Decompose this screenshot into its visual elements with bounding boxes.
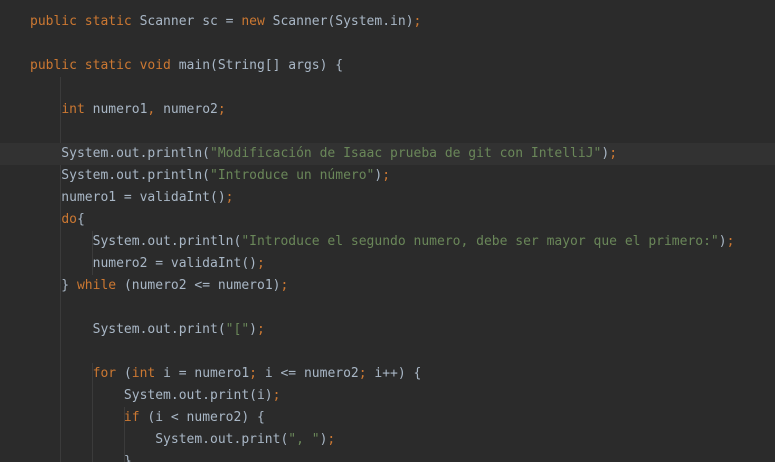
code-token: } — [30, 278, 77, 293]
keyword-token: ; — [272, 388, 281, 403]
keyword-token: public static void — [30, 58, 179, 73]
code-token: } — [30, 454, 132, 462]
code-line[interactable]: public static Scanner sc = new Scanner(S… — [30, 11, 775, 33]
keyword-token: int — [131, 366, 164, 381]
code-line[interactable]: for (int i = numero1; i <= numero2; i++)… — [30, 363, 775, 385]
code-token: i = numero1 — [163, 366, 250, 381]
code-line[interactable] — [30, 121, 775, 143]
code-token: System.out.print(i) — [30, 388, 273, 403]
keyword-token: for — [92, 366, 124, 381]
string-token: ", " — [288, 432, 320, 447]
code-token: (numero2 <= numero1) — [123, 278, 281, 293]
code-editor[interactable]: public static Scanner sc = new Scanner(S… — [0, 0, 775, 462]
code-token: System.out.print( — [30, 322, 226, 337]
keyword-token: ; — [217, 102, 226, 117]
code-line[interactable]: } — [30, 451, 775, 462]
keyword-token: ; — [225, 190, 234, 205]
keyword-token: public static — [30, 14, 140, 29]
code-line[interactable]: System.out.print(", "); — [30, 429, 775, 451]
keyword-token: , — [147, 102, 164, 117]
keyword-token: ; — [249, 366, 265, 381]
code-line[interactable]: numero1 = validaInt(); — [30, 187, 775, 209]
keyword-token: int — [61, 102, 93, 117]
string-token: "Introduce el segundo numero, debe ser m… — [241, 234, 719, 249]
code-line[interactable]: System.out.print("["); — [30, 319, 775, 341]
code-line[interactable] — [30, 341, 775, 363]
code-token: i <= numero2 — [264, 366, 359, 381]
keyword-token: ; — [327, 432, 336, 447]
code-token: ( — [123, 366, 132, 381]
code-token: { — [76, 212, 85, 227]
keyword-token: ; — [358, 366, 375, 381]
string-token: "[" — [225, 322, 250, 337]
code-line[interactable]: do{ — [30, 209, 775, 231]
code-token: ) — [718, 234, 727, 249]
code-token: Scanner(System.in) — [272, 14, 414, 29]
code-token: numero2 — [163, 102, 218, 117]
code-line[interactable] — [30, 77, 775, 99]
code-line[interactable]: System.out.println("Modificación de Isaa… — [0, 143, 775, 165]
keyword-token: while — [76, 278, 124, 293]
keyword-token: ; — [609, 146, 618, 161]
code-area[interactable]: public static Scanner sc = new Scanner(S… — [0, 0, 775, 462]
code-line[interactable] — [30, 33, 775, 55]
code-token: numero1 = validaInt() — [30, 190, 226, 205]
code-line[interactable]: } while (numero2 <= numero1); — [30, 275, 775, 297]
string-token: "Modificación de Isaac prueba de git con… — [210, 146, 602, 161]
keyword-token: ; — [413, 14, 422, 29]
code-token: (i < numero2) { — [147, 410, 265, 425]
code-line[interactable]: if (i < numero2) { — [30, 407, 775, 429]
code-token: numero2 = validaInt() — [30, 256, 257, 271]
keyword-token: new — [241, 14, 273, 29]
code-line[interactable]: System.out.println("Introduce un número"… — [30, 165, 775, 187]
string-token: "Introduce un número" — [210, 168, 375, 183]
code-token: System.out.print( — [30, 432, 289, 447]
code-line[interactable]: numero2 = validaInt(); — [30, 253, 775, 275]
code-token: numero1 — [92, 102, 148, 117]
code-line[interactable]: int numero1, numero2; — [30, 99, 775, 121]
keyword-token: ; — [256, 322, 265, 337]
code-token: main(String[] args) { — [178, 58, 344, 73]
code-line[interactable]: public static void main(String[] args) { — [30, 55, 775, 77]
code-token: Scanner sc = — [139, 14, 242, 29]
keyword-token: ; — [280, 278, 289, 293]
keyword-token: ; — [726, 234, 735, 249]
code-token: System.out.println( — [30, 146, 211, 161]
code-line[interactable] — [30, 297, 775, 319]
keyword-token: if — [123, 410, 148, 425]
code-token: System.out.println( — [30, 168, 211, 183]
code-token: i++) { — [374, 366, 422, 381]
keyword-token: do — [61, 212, 77, 227]
keyword-token: ; — [256, 256, 265, 271]
editor-gutter — [0, 0, 26, 462]
code-token: ) — [249, 322, 257, 337]
code-line[interactable]: System.out.print(i); — [30, 385, 775, 407]
keyword-token: ; — [382, 168, 391, 183]
code-token: ) — [601, 146, 610, 161]
code-line[interactable]: System.out.println("Introduce el segundo… — [30, 231, 775, 253]
code-token: System.out.println( — [30, 234, 242, 249]
